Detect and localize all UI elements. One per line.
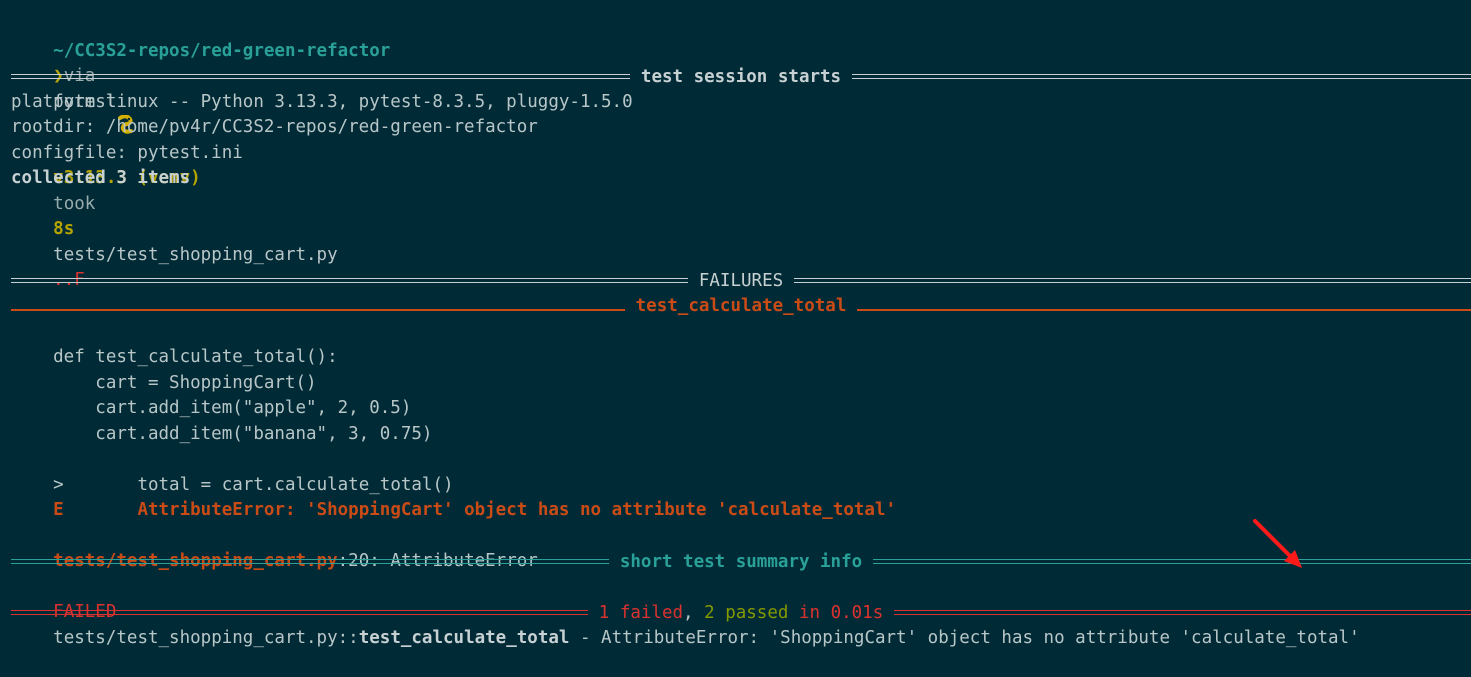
- command-line: ❯ pytest: [11, 39, 116, 112]
- result-time: in 0.01s: [788, 602, 884, 623]
- error-location-line: tests/test_shopping_cart.py:20: Attribut…: [11, 524, 538, 571]
- failed-path: tests/test_shopping_cart.py: [53, 627, 338, 648]
- failed-path-separator: ::: [337, 627, 359, 648]
- separator-rule-right: [857, 309, 1471, 312]
- test-file-name: tests/test_shopping_cart.py: [53, 244, 338, 265]
- prompt-took-label: took: [53, 193, 96, 214]
- code-line: cart.add_item("apple", 2, 0.5): [11, 398, 412, 418]
- failed-test-separator: test_calculate_total: [11, 294, 1471, 320]
- failed-test-title: test_calculate_total: [635, 296, 847, 317]
- failed-test-name: test_calculate_total: [358, 627, 570, 648]
- failures-title: FAILURES: [698, 270, 784, 291]
- result-comma: ,: [683, 602, 705, 623]
- error-line: E AttributeError: 'ShoppingCart' object …: [11, 473, 896, 520]
- session-start-title: test session starts: [640, 66, 842, 87]
- result-separator: 1 failed, 2 passed in 0.01s: [11, 600, 1471, 626]
- code-line: cart = ShoppingCart(): [11, 372, 317, 393]
- result-passed: 2 passed: [704, 602, 789, 623]
- separator-rule-left: [11, 559, 609, 565]
- error-marker: E: [53, 500, 64, 520]
- failures-separator: FAILURES: [11, 268, 1471, 294]
- code-line: def test_calculate_total():: [11, 347, 338, 367]
- platform-line: platform linux -- Python 3.13.3, pytest-…: [11, 91, 633, 112]
- separator-rule-left: [11, 278, 688, 284]
- separator-rule-right: [852, 74, 1471, 80]
- session-start-separator: test session starts: [11, 64, 1471, 90]
- result-failed: 1 failed: [598, 602, 684, 623]
- separator-rule-right: [873, 559, 1471, 565]
- shell-prompt-line: ~/CC3S2-repos/red-green-refactor via v3.…: [11, 13, 390, 240]
- failed-message: - AttributeError: 'ShoppingCart' object …: [569, 627, 1360, 648]
- red-arrow-icon: [1253, 519, 1302, 568]
- test-progress-line: tests/test_shopping_cart.py ..F: [11, 217, 337, 291]
- failed-summary-line: FAILED tests/test_shopping_cart.py::test…: [11, 575, 1359, 648]
- separator-rule-right: [794, 278, 1471, 284]
- separator-rule-left: [11, 309, 625, 312]
- collected-line: collected 3 items: [11, 168, 191, 188]
- configfile-line: configfile: pytest.ini: [11, 142, 243, 163]
- separator-rule-right: [894, 610, 1471, 616]
- separator-rule-left: [11, 610, 588, 616]
- code-line-failing: > total = cart.calculate_total(): [11, 447, 453, 495]
- code-line: cart.add_item("banana", 3, 0.75): [11, 423, 433, 444]
- terminal-window: ~/CC3S2-repos/red-green-refactor via v3.…: [0, 0, 1471, 648]
- result-summary: 1 failed, 2 passed in 0.01s: [588, 603, 895, 623]
- rootdir-line: rootdir: /home/pv4r/CC3S2-repos/red-gree…: [11, 117, 538, 137]
- separator-rule-left: [11, 74, 630, 80]
- summary-title: short test summary info: [619, 551, 863, 572]
- error-message: AttributeError: 'ShoppingCart' object ha…: [63, 500, 897, 520]
